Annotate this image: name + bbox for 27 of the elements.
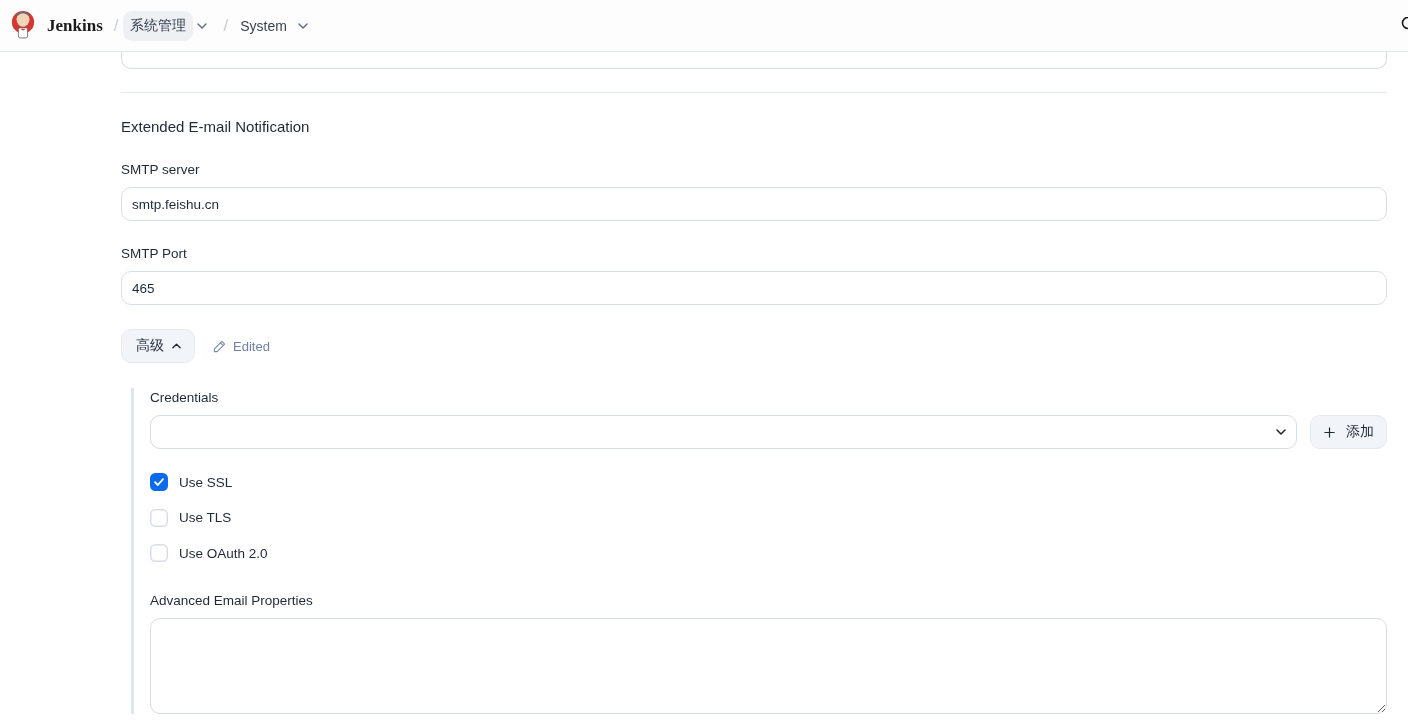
pencil-icon bbox=[213, 339, 226, 353]
caret-icon bbox=[171, 343, 181, 349]
input-field[interactable]: smtp.feishu.cn bbox=[121, 187, 1387, 221]
breadcrumb-link[interactable]: System bbox=[233, 11, 294, 40]
chevron-down-icon[interactable] bbox=[197, 22, 208, 29]
chevron-down-icon[interactable] bbox=[297, 22, 308, 29]
edited-label: Edited bbox=[233, 338, 270, 354]
checkbox-label[interactable]: Use SSL bbox=[179, 474, 233, 490]
breadcrumb-separator: / bbox=[113, 15, 119, 36]
advanced-button[interactable]: 高级 bbox=[121, 329, 195, 363]
input-field[interactable] bbox=[121, 52, 1387, 69]
field-label: SMTP server bbox=[121, 161, 201, 179]
section-title: Extended E-mail Notification bbox=[121, 117, 311, 137]
field-label: Credentials bbox=[150, 389, 220, 407]
field-label: Advanced Email Properties bbox=[150, 592, 314, 610]
checkbox-label[interactable]: Use TLS bbox=[179, 510, 232, 525]
checkbox[interactable] bbox=[150, 473, 168, 491]
chevron-down-icon bbox=[1276, 429, 1286, 435]
plus-icon bbox=[1323, 426, 1335, 438]
breadcrumb-separator: / bbox=[223, 15, 229, 36]
add-button[interactable]: 添加 bbox=[1310, 415, 1387, 449]
breadcrumb-link[interactable]: 系统管理 bbox=[123, 10, 194, 41]
input-field[interactable]: 465 bbox=[121, 271, 1387, 305]
checkbox-label[interactable]: Use OAuth 2.0 bbox=[179, 545, 268, 561]
field-label: SMTP Port bbox=[121, 245, 188, 263]
jenkins-wordmark[interactable]: Jenkins bbox=[47, 15, 103, 36]
search-icon[interactable] bbox=[1400, 16, 1408, 31]
